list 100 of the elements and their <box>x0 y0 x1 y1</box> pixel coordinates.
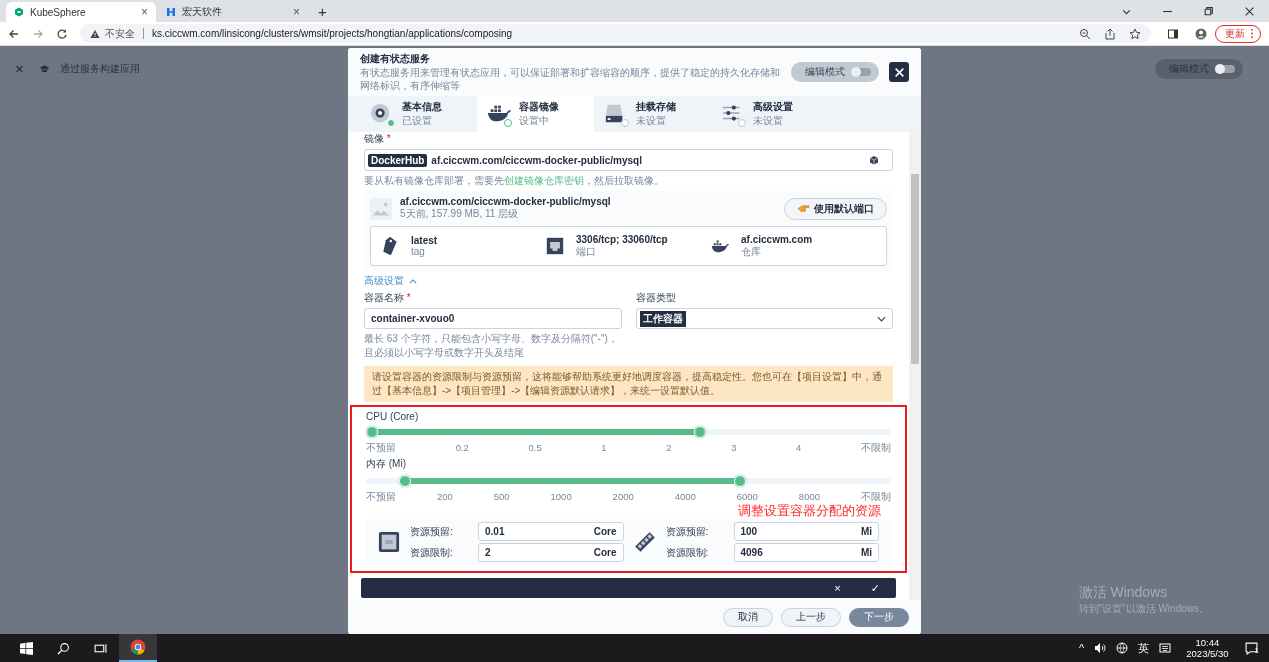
clock-date[interactable]: 2023/5/30 <box>1186 648 1229 659</box>
security-label: 不安全 <box>105 26 135 41</box>
tick-label: 不限制 <box>861 442 891 454</box>
tick-label: 2000 <box>612 491 634 503</box>
cpu-chip-icon <box>378 531 400 553</box>
resource-field[interactable]: 0.01 Core <box>478 522 624 541</box>
image-placeholder-icon <box>370 197 392 220</box>
container-name-field[interactable]: container-xvouo0 <box>364 308 622 329</box>
windows-start-icon[interactable] <box>20 641 33 655</box>
search-icon[interactable] <box>57 641 70 655</box>
close-tab-button[interactable]: × <box>141 5 148 19</box>
tick-label: 不预留 <box>366 491 396 503</box>
side-panel-icon[interactable] <box>1167 27 1179 40</box>
resource-field[interactable]: 2 Core <box>478 543 624 562</box>
resource-field[interactable]: 100 Mi <box>733 522 879 541</box>
notification-button[interactable]: 1 <box>1244 641 1259 655</box>
next-button[interactable]: 下一步 <box>849 607 909 627</box>
field-label: 资源预留: <box>665 524 710 539</box>
tick-label: 不预留 <box>366 442 396 454</box>
dialog-title: 创建有状态服务 <box>360 52 431 66</box>
chevron-down-icon <box>877 315 886 322</box>
cube-icon[interactable] <box>869 155 879 165</box>
letter-logo-icon <box>166 7 176 17</box>
chevron-icon <box>409 278 417 284</box>
restore-icon[interactable] <box>1203 5 1214 17</box>
zoom-out-icon[interactable] <box>1079 27 1091 40</box>
task-view-icon[interactable] <box>94 641 107 655</box>
detail-value: 3306/tcp; 33060/tcp <box>576 233 668 245</box>
edit-mode-toggle[interactable]: 编辑模式 <box>791 62 879 82</box>
range-slider[interactable] <box>366 426 891 438</box>
detail-value: latest <box>411 235 438 246</box>
page-title: 通过服务构建应用 <box>60 62 140 76</box>
field-label: 镜像 * <box>364 132 392 146</box>
close-tab-button[interactable]: × <box>293 5 300 19</box>
close-icon[interactable] <box>1244 5 1255 17</box>
browser-tab[interactable]: 宏天软件 × <box>158 2 308 22</box>
tick-label: 0.2 <box>455 442 469 454</box>
field-label: 容器名称 * <box>364 291 412 305</box>
globe-icon[interactable] <box>1116 642 1129 654</box>
slider-thumb[interactable] <box>694 426 707 438</box>
container-type-select[interactable]: 工作容器 <box>635 308 893 329</box>
new-tab-button[interactable]: + <box>310 2 335 20</box>
browser-tab[interactable]: KubeSphere × <box>6 2 156 22</box>
warning-icon <box>90 28 100 39</box>
tick-label: 6000 <box>736 491 758 503</box>
slider-label: 内存 (Mi) <box>366 457 407 471</box>
slider-thumb[interactable] <box>399 475 412 487</box>
step-tab[interactable]: 容器镜像 设置中 <box>477 96 594 132</box>
step-tab[interactable]: 挂载存储 未设置 <box>594 96 711 132</box>
detail-caption: 端口 <box>576 245 597 259</box>
chrome-taskbar-icon[interactable] <box>119 634 157 662</box>
image-field[interactable]: DockerHub af.ciccwm.com/ciccwm-docker-public/mysql <box>364 149 893 171</box>
resource-field[interactable]: 4096 Mi <box>733 543 879 562</box>
tick-label: 2 <box>666 442 672 454</box>
keyboard-icon[interactable] <box>1159 642 1172 654</box>
detail-value: af.ciccwm.com <box>741 233 813 245</box>
whale-icon <box>487 103 511 123</box>
clock-time[interactable]: 10:44 <box>1195 637 1220 648</box>
cube-icon <box>14 7 24 17</box>
range-slider[interactable] <box>366 475 891 487</box>
use-default-ports-button[interactable]: 使用默认端口 <box>784 197 887 220</box>
confirm-button[interactable]: ✓ <box>870 581 880 595</box>
address-field[interactable]: 不安全 ks.ciccwm.com/linsicong/clusters/wmsit/projects/hongtian/applications/composing <box>80 24 1151 43</box>
speaker-icon[interactable] <box>1094 642 1107 654</box>
footer-button[interactable]: 取消 <box>723 607 773 627</box>
input-method[interactable]: 英 <box>1138 640 1150 656</box>
footer-button[interactable]: 上一步 <box>781 607 841 627</box>
slider-thumb[interactable] <box>366 426 378 438</box>
more-icon[interactable] <box>1250 28 1254 39</box>
field-label: 资源预留: <box>410 524 454 539</box>
annotation-text: 调整设置容器分配的资源 <box>738 503 881 518</box>
profile-avatar-icon[interactable] <box>1195 27 1207 40</box>
tick-label: 8000 <box>798 491 820 503</box>
tray-caret[interactable]: ^ <box>1079 642 1085 654</box>
tick-label: 4 <box>796 442 802 454</box>
image-meta: 5天前, 157.99 MB, 11 层级 <box>400 207 520 221</box>
notice-banner: 请设置容器的资源限制与资源预留，这将能够帮助系统更好地调度容器，提高稳定性。您也可在【项目设置】中，通过【基本信息】->【项目管理】->【编辑资源默认请求】，来统一设置默认值。 <box>364 366 893 402</box>
slider-thumb[interactable] <box>734 475 747 487</box>
slider-label: CPU (Core) <box>366 411 420 422</box>
disc-icon <box>370 103 392 125</box>
star-icon[interactable] <box>1129 27 1141 40</box>
step-tab[interactable]: 高级设置 未设置 <box>711 96 828 132</box>
tag-icon <box>381 236 399 256</box>
url-text: ks.ciccwm.com/linsicong/clusters/wmsit/projects/hongtian/applications/composing <box>152 28 513 39</box>
image-name: af.ciccwm.com/ciccwm-docker-public/mysql <box>400 196 612 207</box>
back-arrow-icon[interactable] <box>8 27 20 40</box>
step-tab[interactable]: 基本信息 已设置 <box>360 96 477 132</box>
reload-icon[interactable] <box>56 27 68 40</box>
share-icon[interactable] <box>1104 27 1116 40</box>
scrollbar[interactable] <box>909 132 921 600</box>
cancel-button[interactable]: × <box>834 582 841 594</box>
tick-label: 500 <box>493 491 510 503</box>
detail-caption: tag <box>411 246 426 257</box>
hint-text: 要从私有镜像仓库部署，需要先创建镜像仓库密钥，然后拉取镜像。 <box>364 174 665 188</box>
tick-label: 200 <box>436 491 453 503</box>
detail-caption: 仓库 <box>741 244 762 259</box>
advanced-settings-toggle[interactable]: 高级设置 <box>364 274 417 288</box>
hint-text: 最长 63 个字符，只能包含小写字母、数字及分隔符("-")，且必须以小写字母或数字开头及结尾 <box>364 332 619 360</box>
registry-tag: DockerHub <box>368 153 428 167</box>
tick-label: 0.5 <box>528 442 542 454</box>
